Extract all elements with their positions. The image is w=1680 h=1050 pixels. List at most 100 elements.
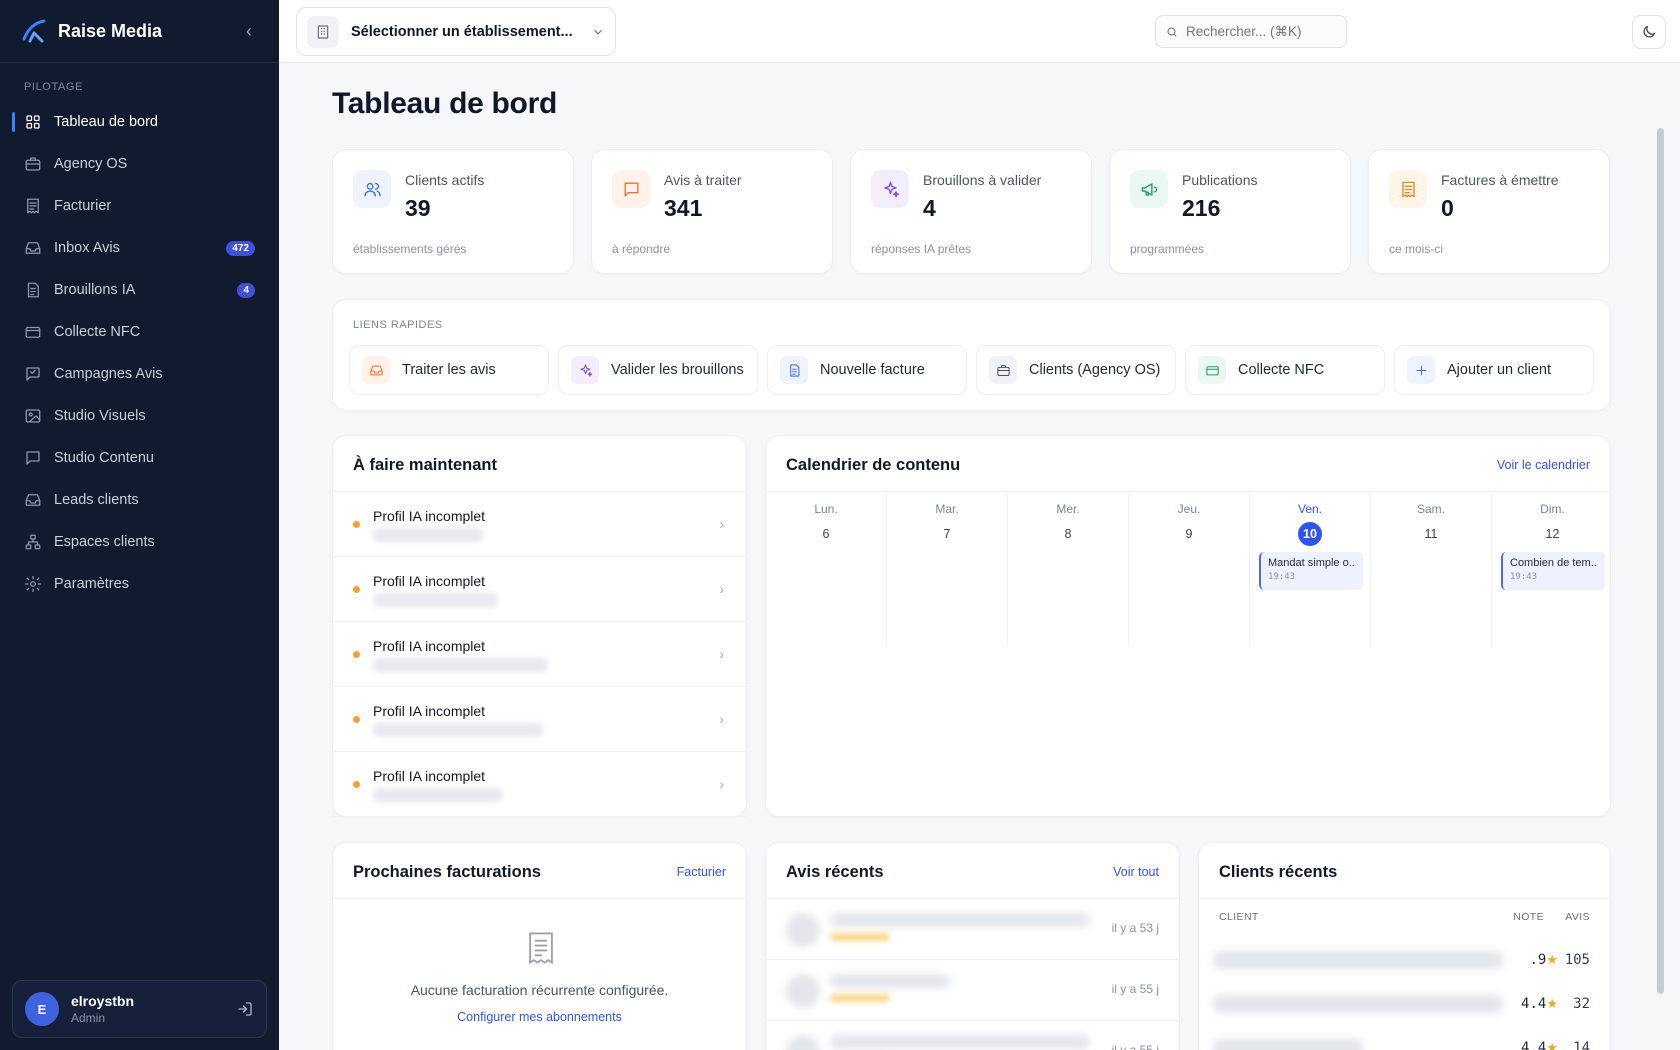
calendar-event-title: Combien de tem... [1510, 557, 1598, 569]
review-row[interactable]: il y a 55 j [766, 1021, 1179, 1050]
calendar-day-name: Dim. [1540, 502, 1565, 516]
calendar-day[interactable]: Jeu. 9 [1129, 492, 1250, 646]
document-icon [780, 356, 808, 384]
billing-title: Prochaines facturations [353, 863, 541, 881]
sidebar-item-studio-visuels[interactable]: Studio Visuels [0, 395, 279, 437]
client-row[interactable]: 4.4★ 14 [1199, 1027, 1610, 1050]
todo-item[interactable]: Profil IA incomplet › [333, 492, 746, 557]
sidebar-item-label: Brouillons IA [54, 282, 136, 298]
calendar-day-name: Mer. [1056, 502, 1080, 516]
stat-value: 4 [923, 195, 936, 221]
message-square-icon [24, 365, 42, 383]
logout-icon[interactable] [236, 1000, 254, 1018]
billing-link[interactable]: Facturier [677, 865, 726, 879]
calendar-day-number: 8 [1064, 527, 1072, 541]
upcoming-billing-card: Prochaines facturations Facturier Aucune… [332, 842, 747, 1050]
todo-item[interactable]: Profil IA incomplet › [333, 752, 746, 817]
sidebar-item-inbox-avis[interactable]: Inbox Avis 472 [0, 227, 279, 269]
user-profile[interactable]: E elroystbn Admin [12, 980, 267, 1038]
search-box[interactable] [1155, 15, 1347, 48]
client-row[interactable]: 4.4★ 32 [1199, 983, 1610, 1027]
users-icon [353, 170, 391, 208]
calendar-day[interactable]: Dim. 12 Combien de tem... 19:43 [1492, 492, 1613, 646]
sidebar-item-tableau-de-bord[interactable]: Tableau de bord [0, 101, 279, 143]
calendar-day[interactable]: Mer. 8 [1008, 492, 1129, 646]
todo-item-label: Profil IA incomplet [373, 508, 486, 524]
warning-dot [353, 521, 360, 528]
stat-card[interactable]: Factures à émettre 0 ce mois-ci [1368, 149, 1610, 274]
calendar-day[interactable]: Ven. 10 Mandat simple o... 19:43 [1250, 492, 1371, 646]
billing-empty-message: Aucune facturation récurrente configurée… [410, 982, 669, 998]
reviewer-avatar [786, 1035, 820, 1050]
redacted-text [373, 593, 498, 607]
calendar-day-number: 6 [822, 527, 830, 541]
stat-card[interactable]: Clients actifs 39 établissements gérés [332, 149, 574, 274]
quick-link-button[interactable]: Ajouter un client [1394, 345, 1594, 395]
quick-link-button[interactable]: Nouvelle facture [767, 345, 967, 395]
reviewer-avatar [786, 974, 820, 1008]
raise-media-logo-icon[interactable] [20, 17, 48, 45]
sidebar-item-campagnes-avis[interactable]: Campagnes Avis [0, 353, 279, 395]
star-icon: ★ [1546, 997, 1558, 1012]
view-calendar-link[interactable]: Voir le calendrier [1497, 458, 1590, 472]
calendar-day-name: Jeu. [1177, 502, 1201, 516]
sidebar-item-studio-contenu[interactable]: Studio Contenu [0, 437, 279, 479]
recent-reviews-card: Avis récents Voir tout il y a 53 j il y a… [765, 842, 1180, 1050]
calendar-day[interactable]: Sam. 11 [1371, 492, 1492, 646]
plus-icon [1407, 356, 1435, 384]
review-row[interactable]: il y a 53 j [766, 899, 1179, 960]
configure-subscriptions-link[interactable]: Configurer mes abonnements [333, 1010, 746, 1024]
quick-link-button[interactable]: Clients (Agency OS) [976, 345, 1176, 395]
stat-label: Publications [1182, 172, 1258, 188]
redacted-text [830, 1035, 1090, 1049]
client-row[interactable]: .9★ 105 [1199, 939, 1610, 983]
user-role: Admin [71, 1011, 106, 1025]
inbox-icon [362, 356, 390, 384]
sidebar-item-espaces-clients[interactable]: Espaces clients [0, 521, 279, 563]
todo-item[interactable]: Profil IA incomplet › [333, 622, 746, 687]
stat-card[interactable]: Avis à traiter 341 à répondre [591, 149, 833, 274]
review-row[interactable]: il y a 55 j [766, 960, 1179, 1021]
sidebar-item-agency-os[interactable]: Agency OS [0, 143, 279, 185]
sidebar-item-label: Studio Visuels [54, 408, 146, 424]
calendar-day-name: Lun. [814, 502, 838, 516]
sidebar-item-leads-clients[interactable]: Leads clients [0, 479, 279, 521]
sidebar-item-brouillons-ia[interactable]: Brouillons IA 4 [0, 269, 279, 311]
chevron-right-icon: › [719, 711, 724, 727]
redacted-text [830, 913, 1090, 927]
todo-item[interactable]: Profil IA incomplet › [333, 687, 746, 752]
stat-value: 341 [664, 195, 703, 221]
sidebar-nav: Tableau de bord Agency OS Facturier Inbox A… [0, 101, 279, 605]
scrollbar[interactable] [1657, 128, 1664, 994]
collapse-sidebar-chevron-icon[interactable]: ‹ [239, 21, 259, 42]
sidebar-item-collecte-nfc[interactable]: Collecte NFC [0, 311, 279, 353]
todo-item-label: Profil IA incomplet [373, 638, 486, 654]
view-all-reviews-link[interactable]: Voir tout [1113, 865, 1159, 879]
reviews-title: Avis récents [786, 863, 884, 881]
quick-link-label: Valider les brouillons [611, 362, 744, 378]
calendar-event[interactable]: Combien de tem... 19:43 [1501, 552, 1605, 590]
calendar-day[interactable]: Lun. 6 [766, 492, 887, 646]
establishment-selector[interactable]: Sélectionner un établissement... [296, 7, 616, 56]
quick-link-button[interactable]: Traiter les avis [349, 345, 549, 395]
stat-card[interactable]: Publications 216 programmées [1109, 149, 1351, 274]
briefcase-icon [989, 356, 1017, 384]
quick-link-button[interactable]: Collecte NFC [1185, 345, 1385, 395]
calendar-event[interactable]: Mandat simple o... 19:43 [1259, 552, 1363, 590]
calendar-day[interactable]: Mar. 7 [887, 492, 1008, 646]
redacted-text [1213, 995, 1503, 1013]
stat-value: 216 [1182, 195, 1221, 221]
sidebar-item-parametres[interactable]: Paramètres [0, 563, 279, 605]
sidebar-item-facturier[interactable]: Facturier [0, 185, 279, 227]
stat-card[interactable]: Brouillons à valider 4 réponses IA prêtes [850, 149, 1092, 274]
network-icon [24, 533, 42, 551]
column-header-client: CLIENT [1219, 911, 1259, 923]
stat-subtitle: programmées [1130, 242, 1205, 256]
todo-item[interactable]: Profil IA incomplet › [333, 557, 746, 622]
quick-link-button[interactable]: Valider les brouillons [558, 345, 758, 395]
search-input[interactable] [1186, 24, 1336, 39]
review-time: il y a 55 j [1111, 982, 1159, 996]
sidebar-item-label: Collecte NFC [54, 324, 141, 340]
client-rating-value: .9 [1529, 952, 1547, 968]
theme-toggle-button[interactable] [1632, 15, 1666, 49]
